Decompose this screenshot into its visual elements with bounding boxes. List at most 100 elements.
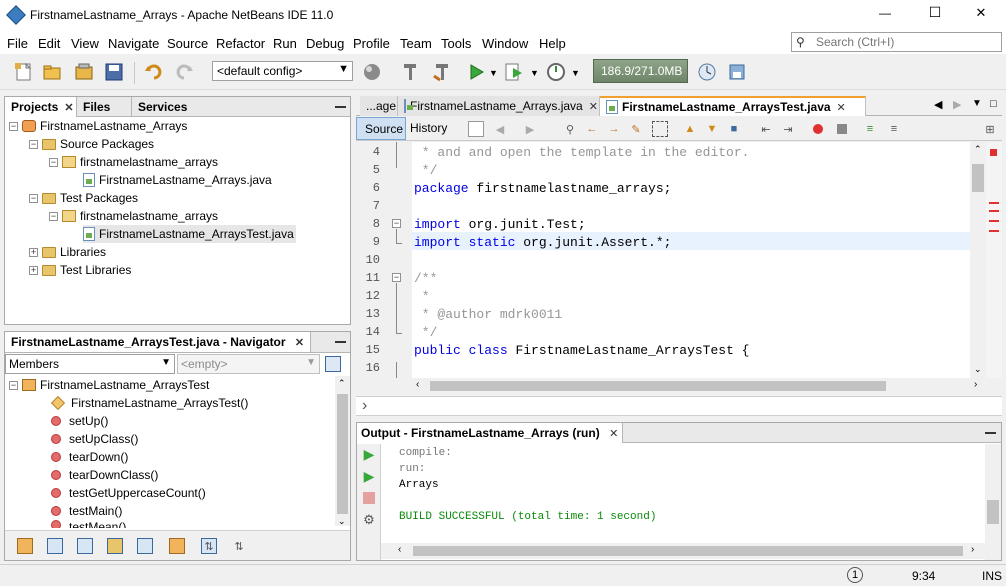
maximize-button[interactable]: ☐ <box>920 4 950 21</box>
menu-file[interactable]: File <box>7 36 28 51</box>
next-bookmark-icon[interactable]: ▼ <box>704 121 720 137</box>
scroll-thumb[interactable] <box>430 381 886 391</box>
tree-node-project[interactable]: − FirstnameLastname_Arrays <box>9 117 187 135</box>
search-input[interactable] <box>816 34 998 50</box>
menu-source[interactable]: Source <box>167 36 208 51</box>
warning-mark[interactable] <box>989 230 999 232</box>
maximize-editor-icon[interactable]: □ <box>990 98 997 110</box>
show-inner-classes-icon[interactable] <box>137 538 153 554</box>
filter-select[interactable]: <empty> ▼ <box>177 354 320 374</box>
scroll-down-icon[interactable]: ⌄ <box>974 364 982 375</box>
profiler-snapshot-icon[interactable] <box>725 60 749 84</box>
editor-tab-overflow[interactable]: ...age <box>360 96 398 116</box>
garbage-collect-icon[interactable] <box>695 60 719 84</box>
build-icon[interactable] <box>398 60 422 84</box>
output-hscrollbar[interactable]: ‹ › <box>381 543 985 559</box>
menu-tools[interactable]: Tools <box>441 36 471 51</box>
navigator-item[interactable]: testMean() <box>51 520 126 528</box>
editor-vscrollbar[interactable]: ⌃ ⌄ <box>970 142 986 378</box>
sort-by-source-icon[interactable]: ⇅ <box>231 538 247 554</box>
output-vscrollbar[interactable] <box>985 444 1001 560</box>
run-dropdown-icon[interactable]: ▼ <box>489 68 498 78</box>
collapse-icon[interactable]: − <box>9 380 18 390</box>
tab-list-icon[interactable]: ▼ <box>972 98 982 109</box>
shift-right-icon[interactable]: ⇥ <box>780 121 796 137</box>
comment-icon[interactable]: ≡ <box>862 121 878 137</box>
scroll-up-icon[interactable]: ⌃ <box>338 378 346 389</box>
expand-icon[interactable]: + <box>29 265 38 275</box>
rect-select-icon[interactable] <box>652 121 668 137</box>
collapse-icon[interactable]: − <box>49 211 58 221</box>
rerun-customized-icon[interactable]: ▶ <box>361 468 377 484</box>
minimize-panel-icon[interactable] <box>335 106 346 108</box>
notifications-badge[interactable]: 1 <box>847 567 863 583</box>
warning-mark[interactable] <box>989 210 999 212</box>
search-box[interactable]: ⚲ <box>791 32 1002 52</box>
editor-tab-arrays[interactable]: FirstnameLastname_Arrays.java ✕ <box>398 96 600 116</box>
close-icon[interactable]: ✕ <box>589 100 598 113</box>
uncomment-icon[interactable]: ≡ <box>886 121 902 137</box>
navigator-options-icon[interactable] <box>325 356 341 372</box>
start-macro-icon[interactable] <box>810 121 826 137</box>
navigator-item[interactable]: testMain() <box>51 502 122 520</box>
navigator-root[interactable]: − FirstnameLastname_ArraysTest <box>9 376 209 394</box>
close-icon[interactable]: ✕ <box>837 101 846 114</box>
find-prev-icon[interactable]: ← <box>584 121 600 137</box>
find-next-icon[interactable]: → <box>606 121 622 137</box>
editor-hscrollbar[interactable]: ‹ › <box>414 378 986 394</box>
warning-mark[interactable] <box>989 220 999 222</box>
minimize-panel-icon[interactable] <box>985 432 996 434</box>
scroll-left-icon[interactable]: ‹ <box>398 544 401 555</box>
clean-build-icon[interactable] <box>430 60 454 84</box>
open-project-icon[interactable] <box>72 60 96 84</box>
navigator-item[interactable]: FirstnameLastname_ArraysTest() <box>50 394 248 412</box>
menu-run[interactable]: Run <box>273 36 297 51</box>
save-all-icon[interactable] <box>102 60 126 84</box>
stop-macro-icon[interactable] <box>834 121 850 137</box>
profile-project-icon[interactable] <box>544 60 568 84</box>
show-non-public-icon[interactable] <box>107 538 123 554</box>
collapse-icon[interactable]: − <box>9 121 18 131</box>
history-tab[interactable]: History <box>410 121 447 135</box>
expand-icon[interactable]: + <box>29 247 38 257</box>
output-title-tab[interactable]: Output - FirstnameLastname_Arrays (run) … <box>357 423 624 443</box>
scroll-right-icon[interactable]: › <box>971 544 974 555</box>
scroll-left-icon[interactable]: ‹ <box>416 379 419 390</box>
warning-mark[interactable] <box>989 202 999 204</box>
source-tab[interactable]: Source <box>356 117 406 140</box>
menu-edit[interactable]: Edit <box>38 36 60 51</box>
tree-node-test-file[interactable]: FirstnameLastname_ArraysTest.java <box>83 225 296 243</box>
memory-indicator[interactable]: 186.9/271.0MB <box>593 59 688 83</box>
last-edit-icon[interactable] <box>468 121 484 137</box>
scroll-tabs-left-icon[interactable]: ◀ <box>934 98 942 111</box>
fold-imports-icon[interactable]: − <box>392 219 401 228</box>
scroll-thumb[interactable] <box>413 546 963 556</box>
tree-node-test-package[interactable]: − firstnamelastname_arrays <box>49 207 218 225</box>
navigator-item[interactable]: testGetUppercaseCount() <box>51 484 206 502</box>
navigator-item[interactable]: setUpClass() <box>51 430 138 448</box>
tree-node-package[interactable]: − firstnamelastname_arrays <box>49 153 218 171</box>
collapse-icon[interactable]: − <box>49 157 58 167</box>
navigator-scrollbar[interactable]: ⌃ ⌄ <box>335 376 350 526</box>
find-icon[interactable]: ⚲ <box>562 121 578 137</box>
forward-icon[interactable]: ▶ <box>522 121 538 137</box>
menu-help[interactable]: Help <box>539 36 566 51</box>
navigator-item[interactable]: tearDown() <box>51 448 128 466</box>
prev-bookmark-icon[interactable]: ▲ <box>682 121 698 137</box>
breadcrumb-chevron-icon[interactable]: › <box>362 397 367 415</box>
close-icon[interactable]: ✕ <box>64 101 73 114</box>
menu-window[interactable]: Window <box>482 36 528 51</box>
collapse-icon[interactable]: − <box>29 139 38 149</box>
menu-debug[interactable]: Debug <box>306 36 344 51</box>
tab-projects[interactable]: Projects ✕ <box>5 97 77 117</box>
show-fields-icon[interactable] <box>47 538 63 554</box>
close-button[interactable]: ✕ <box>966 5 996 21</box>
debug-project-icon[interactable] <box>502 60 526 84</box>
navigator-item[interactable]: tearDownClass() <box>51 466 158 484</box>
editor-tab-arrays-test[interactable]: FirstnameLastname_ArraysTest.java ✕ <box>600 96 866 116</box>
fold-comment-icon[interactable]: − <box>392 273 401 282</box>
new-file-icon[interactable] <box>12 60 36 84</box>
tree-node-test-libraries[interactable]: + Test Libraries <box>29 261 131 279</box>
sort-by-name-icon[interactable]: ⇅ <box>201 538 217 554</box>
clean-icon[interactable] <box>360 60 384 84</box>
